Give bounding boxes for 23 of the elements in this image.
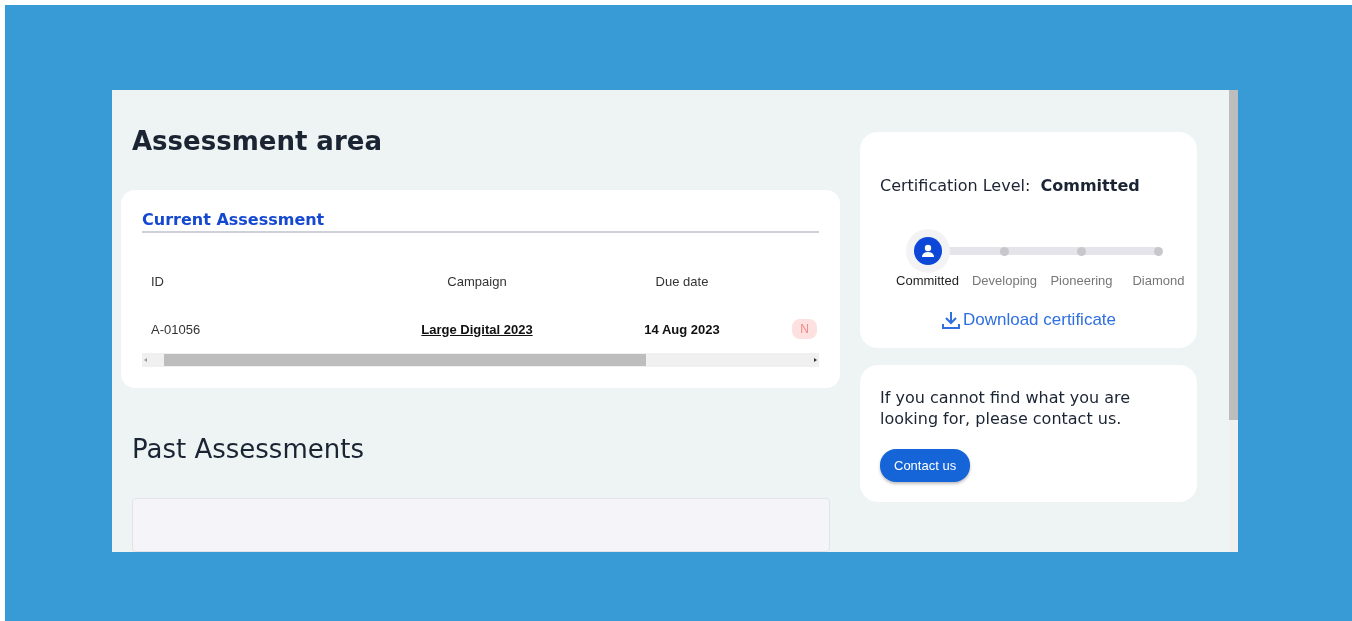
contact-button[interactable]: Contact us bbox=[880, 449, 971, 482]
column-header: Due date bbox=[654, 273, 710, 289]
scroll-right-icon[interactable] bbox=[811, 356, 819, 364]
step-label: Pioneering bbox=[1050, 273, 1113, 288]
certification-level: Certification Level: Committed bbox=[880, 176, 1141, 195]
section-title: Past Assessments bbox=[132, 434, 365, 464]
contact-text: If you cannot find what you are looking for, please contact us. bbox=[880, 387, 1132, 429]
table-cell-text: A-01056 bbox=[150, 321, 202, 337]
step-label: Committed bbox=[896, 273, 959, 288]
horizontal-scrollbar[interactable] bbox=[142, 353, 819, 367]
column-header: Campaign bbox=[446, 273, 508, 289]
download-certificate-link[interactable]: Download certificate bbox=[880, 310, 1177, 330]
step-label: Diamond bbox=[1132, 273, 1185, 288]
column-header: ID bbox=[150, 273, 165, 289]
download-icon bbox=[940, 310, 961, 330]
vertical-scrollbar[interactable] bbox=[1229, 90, 1238, 552]
step-label: Developing bbox=[971, 273, 1037, 288]
page-title: Assessment area bbox=[132, 126, 383, 156]
campaign-link[interactable]: Large Digital 2023 bbox=[367, 321, 587, 337]
status-badge: N bbox=[792, 319, 817, 339]
table-cell-text: 14 Aug 2023 bbox=[643, 321, 721, 337]
section-title: Current Assessment bbox=[142, 210, 819, 233]
scroll-left-icon[interactable] bbox=[142, 356, 150, 364]
